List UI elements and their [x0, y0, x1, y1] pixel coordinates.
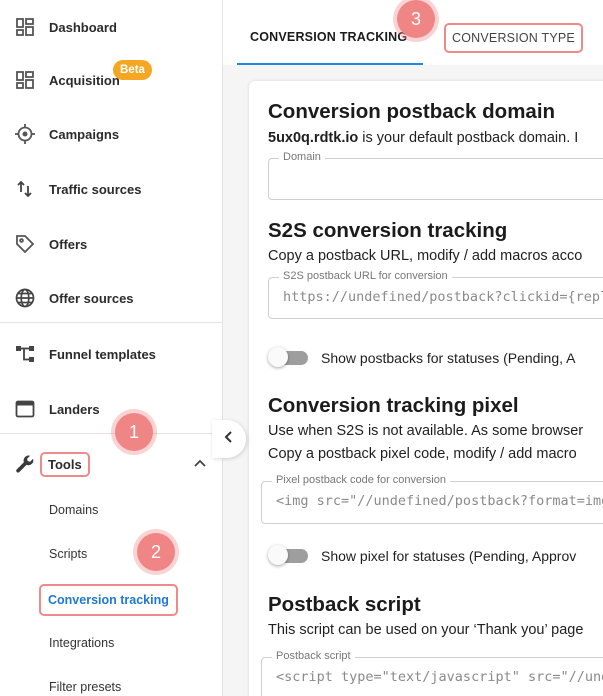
- step-marker-2: 2: [137, 533, 175, 571]
- section-desc-domain: 5ux0q.rdtk.io is your default postback d…: [268, 130, 578, 146]
- default-domain: 5ux0q.rdtk.io: [268, 130, 359, 146]
- s2s-field-label: S2S postback URL for conversion: [279, 270, 452, 282]
- postback-statuses-label: Show postbacks for statuses (Pending, A: [321, 350, 576, 366]
- section-desc-pixel-2: Copy a postback pixel code, modify / add…: [268, 446, 577, 462]
- section-desc-script: This script can be used on your ‘Thank y…: [268, 622, 584, 638]
- s2s-field-value: https://undefined/postback?clickid={repl…: [283, 289, 603, 305]
- section-desc-s2s: Copy a postback URL, modify / add macros…: [268, 248, 583, 264]
- section-title-domain: Conversion postback domain: [268, 100, 556, 123]
- step-marker-3: 3: [397, 0, 435, 38]
- content-clip: Conversion postback domain 5ux0q.rdtk.io…: [0, 0, 603, 696]
- pixel-field-value: <img src="//undefined/postback?format=im…: [276, 493, 603, 509]
- pixel-statuses-label: Show pixel for statuses (Pending, Approv: [321, 548, 577, 564]
- s2s-postback-url-field[interactable]: S2S postback URL for conversion https://…: [268, 270, 603, 319]
- script-field-value: <script type="text/javascript" src="//un…: [276, 669, 603, 685]
- domain-field-label: Domain: [279, 151, 325, 163]
- pixel-field-label: Pixel postback code for conversion: [272, 474, 450, 486]
- postback-statuses-toggle[interactable]: [268, 347, 308, 367]
- section-title-s2s: S2S conversion tracking: [268, 219, 508, 242]
- section-title-script: Postback script: [268, 593, 421, 616]
- step-marker-1: 1: [115, 413, 153, 451]
- postback-script-field[interactable]: Postback script <script type="text/javas…: [261, 650, 603, 696]
- toggle-knob: [268, 347, 288, 367]
- chevron-left-icon: [223, 430, 235, 449]
- pixel-postback-code-field[interactable]: Pixel postback code for conversion <img …: [261, 474, 603, 524]
- section-desc-pixel-1: Use when S2S is not available. As some b…: [268, 423, 584, 439]
- pixel-statuses-toggle[interactable]: [268, 545, 308, 565]
- script-field-label: Postback script: [272, 650, 355, 662]
- section-title-pixel: Conversion tracking pixel: [268, 394, 519, 417]
- domain-desc-text: is your default postback domain. I: [358, 130, 579, 146]
- toggle-knob: [268, 545, 288, 565]
- domain-select[interactable]: Domain: [268, 151, 603, 200]
